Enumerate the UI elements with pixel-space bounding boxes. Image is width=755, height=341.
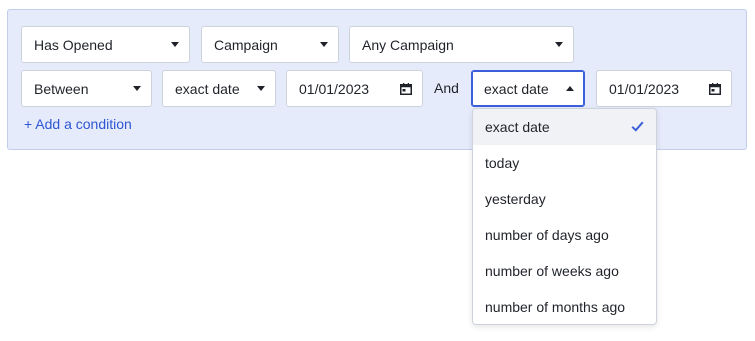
chevron-down-icon [171,42,179,47]
chevron-down-icon [257,86,265,91]
chevron-down-icon [320,42,328,47]
option-label: number of months ago [485,299,626,315]
event-select[interactable]: Has Opened [21,26,190,63]
add-condition-link[interactable]: + Add a condition [24,116,132,132]
end-date-type-select[interactable]: exact date [471,70,585,107]
dropdown-option-exact-date[interactable]: exact date [473,109,656,145]
calendar-icon[interactable] [709,82,721,95]
chevron-down-icon [133,86,141,91]
option-label: today [485,155,520,171]
dropdown-option-today[interactable]: today [473,145,656,181]
dropdown-option-weeks-ago[interactable]: number of weeks ago [473,253,656,289]
option-label: yesterday [485,191,546,207]
start-date-type-value: exact date [175,80,240,97]
dropdown-option-days-ago[interactable]: number of days ago [473,217,656,253]
and-label: And [434,80,459,96]
calendar-icon[interactable] [400,82,412,95]
chevron-up-icon [566,86,574,91]
campaign-select[interactable]: Any Campaign [349,26,574,63]
dropdown-option-yesterday[interactable]: yesterday [473,181,656,217]
checkmark-icon [631,119,644,135]
start-date-value: 01/01/2023 [299,80,370,97]
operator-select[interactable]: Between [21,70,152,107]
operator-select-value: Between [34,80,89,97]
target-select[interactable]: Campaign [201,26,339,63]
option-label: number of weeks ago [485,263,619,279]
start-date-input[interactable]: 01/01/2023 [286,70,423,107]
option-label: exact date [485,119,550,135]
date-type-dropdown-menu: exact date today yesterday number of day… [472,108,657,325]
option-label: number of days ago [485,227,609,243]
end-date-type-value: exact date [484,80,549,97]
end-date-value: 01/01/2023 [609,80,680,97]
event-select-value: Has Opened [34,36,113,53]
start-date-type-select[interactable]: exact date [162,70,276,107]
chevron-down-icon [555,42,563,47]
target-select-value: Campaign [214,36,278,53]
end-date-input[interactable]: 01/01/2023 [596,70,732,107]
dropdown-option-months-ago[interactable]: number of months ago [473,289,656,324]
campaign-select-value: Any Campaign [362,36,454,53]
